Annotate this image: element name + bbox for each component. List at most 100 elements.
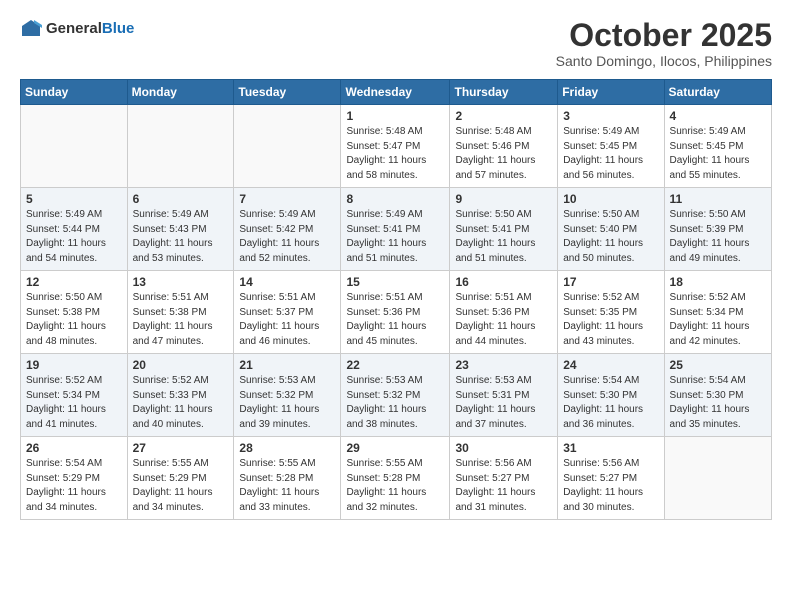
table-row: 9 Sunrise: 5:50 AM Sunset: 5:41 PM Daylig…: [450, 188, 558, 271]
table-row: 29 Sunrise: 5:55 AM Sunset: 5:28 PM Dayli…: [341, 437, 450, 520]
table-row: [664, 437, 771, 520]
day-info: Sunrise: 5:49 AM Sunset: 5:45 PM Dayligh…: [563, 125, 658, 183]
day-number: 22: [346, 358, 444, 372]
col-monday: Monday: [127, 80, 234, 105]
table-row: 11Sunrise: 5:50 AM Sunset: 5:39 PM Dayli…: [664, 188, 771, 271]
day-number: 27: [133, 441, 229, 455]
day-info: Sunrise: 5:48 AM Sunset: 5:47 PM Dayligh…: [346, 125, 444, 183]
day-info: Sunrise: 5:55 AM Sunset: 5:28 PM Dayligh…: [346, 457, 444, 515]
title-section: October 2025 Santo Domingo, Ilocos, Phil…: [556, 18, 772, 69]
table-row: 22 Sunrise: 5:53 AM Sunset: 5:32 PM Dayli…: [341, 354, 450, 437]
col-thursday: Thursday: [450, 80, 558, 105]
table-row: 25Sunrise: 5:54 AM Sunset: 5:30 PM Dayli…: [664, 354, 771, 437]
col-saturday: Saturday: [664, 80, 771, 105]
calendar-week-row: 1 Sunrise: 5:48 AM Sunset: 5:47 PM Daylig…: [21, 105, 772, 188]
day-info: Sunrise: 5:52 AM Sunset: 5:35 PM Dayligh…: [563, 291, 658, 349]
day-number: 16: [455, 275, 552, 289]
table-row: 19Sunrise: 5:52 AM Sunset: 5:34 PM Dayli…: [21, 354, 128, 437]
table-row: 14 Sunrise: 5:51 AM Sunset: 5:37 PM Dayli…: [234, 271, 341, 354]
day-number: 14: [239, 275, 335, 289]
day-info: Sunrise: 5:54 AM Sunset: 5:30 PM Dayligh…: [670, 374, 766, 432]
day-info: Sunrise: 5:53 AM Sunset: 5:32 PM Dayligh…: [346, 374, 444, 432]
day-number: 17: [563, 275, 658, 289]
logo-icon: [20, 18, 42, 40]
table-row: 1 Sunrise: 5:48 AM Sunset: 5:47 PM Daylig…: [341, 105, 450, 188]
day-number: 10: [563, 192, 658, 206]
day-number: 23: [455, 358, 552, 372]
day-number: 15: [346, 275, 444, 289]
day-info: Sunrise: 5:51 AM Sunset: 5:37 PM Dayligh…: [239, 291, 335, 349]
table-row: 16 Sunrise: 5:51 AM Sunset: 5:36 PM Dayli…: [450, 271, 558, 354]
col-wednesday: Wednesday: [341, 80, 450, 105]
table-row: 8 Sunrise: 5:49 AM Sunset: 5:41 PM Daylig…: [341, 188, 450, 271]
col-tuesday: Tuesday: [234, 80, 341, 105]
day-number: 11: [670, 192, 766, 206]
day-info: Sunrise: 5:52 AM Sunset: 5:33 PM Dayligh…: [133, 374, 229, 432]
table-row: 6 Sunrise: 5:49 AM Sunset: 5:43 PM Daylig…: [127, 188, 234, 271]
table-row: 26 Sunrise: 5:54 AM Sunset: 5:29 PM Dayli…: [21, 437, 128, 520]
month-title: October 2025: [556, 18, 772, 53]
day-info: Sunrise: 5:56 AM Sunset: 5:27 PM Dayligh…: [455, 457, 552, 515]
page-header: GeneralBlue October 2025 Santo Domingo, …: [20, 18, 772, 69]
day-info: Sunrise: 5:50 AM Sunset: 5:41 PM Dayligh…: [455, 208, 552, 266]
calendar-header-row: Sunday Monday Tuesday Wednesday Thursday…: [21, 80, 772, 105]
day-info: Sunrise: 5:55 AM Sunset: 5:28 PM Dayligh…: [239, 457, 335, 515]
logo-general: General: [46, 20, 102, 37]
day-info: Sunrise: 5:51 AM Sunset: 5:38 PM Dayligh…: [133, 291, 229, 349]
day-info: Sunrise: 5:50 AM Sunset: 5:38 PM Dayligh…: [26, 291, 122, 349]
day-info: Sunrise: 5:49 AM Sunset: 5:44 PM Dayligh…: [26, 208, 122, 266]
day-number: 20: [133, 358, 229, 372]
calendar-week-row: 26 Sunrise: 5:54 AM Sunset: 5:29 PM Dayli…: [21, 437, 772, 520]
day-info: Sunrise: 5:51 AM Sunset: 5:36 PM Dayligh…: [455, 291, 552, 349]
day-info: Sunrise: 5:49 AM Sunset: 5:43 PM Dayligh…: [133, 208, 229, 266]
calendar-week-row: 5 Sunrise: 5:49 AM Sunset: 5:44 PM Daylig…: [21, 188, 772, 271]
table-row: 21 Sunrise: 5:53 AM Sunset: 5:32 PM Dayli…: [234, 354, 341, 437]
table-row: [21, 105, 128, 188]
day-number: 26: [26, 441, 122, 455]
day-number: 24: [563, 358, 658, 372]
day-number: 5: [26, 192, 122, 206]
day-info: Sunrise: 5:54 AM Sunset: 5:30 PM Dayligh…: [563, 374, 658, 432]
day-number: 2: [455, 109, 552, 123]
table-row: 30Sunrise: 5:56 AM Sunset: 5:27 PM Dayli…: [450, 437, 558, 520]
table-row: 17 Sunrise: 5:52 AM Sunset: 5:35 PM Dayli…: [558, 271, 664, 354]
day-number: 9: [455, 192, 552, 206]
table-row: 10Sunrise: 5:50 AM Sunset: 5:40 PM Dayli…: [558, 188, 664, 271]
logo-blue: Blue: [102, 20, 135, 37]
day-info: Sunrise: 5:49 AM Sunset: 5:41 PM Dayligh…: [346, 208, 444, 266]
table-row: 13 Sunrise: 5:51 AM Sunset: 5:38 PM Dayli…: [127, 271, 234, 354]
day-number: 18: [670, 275, 766, 289]
day-info: Sunrise: 5:53 AM Sunset: 5:31 PM Dayligh…: [455, 374, 552, 432]
day-info: Sunrise: 5:53 AM Sunset: 5:32 PM Dayligh…: [239, 374, 335, 432]
day-number: 12: [26, 275, 122, 289]
col-friday: Friday: [558, 80, 664, 105]
table-row: [127, 105, 234, 188]
table-row: 3 Sunrise: 5:49 AM Sunset: 5:45 PM Daylig…: [558, 105, 664, 188]
day-info: Sunrise: 5:54 AM Sunset: 5:29 PM Dayligh…: [26, 457, 122, 515]
table-row: 18 Sunrise: 5:52 AM Sunset: 5:34 PM Dayli…: [664, 271, 771, 354]
table-row: 20 Sunrise: 5:52 AM Sunset: 5:33 PM Dayli…: [127, 354, 234, 437]
day-number: 8: [346, 192, 444, 206]
day-info: Sunrise: 5:49 AM Sunset: 5:42 PM Dayligh…: [239, 208, 335, 266]
table-row: 5 Sunrise: 5:49 AM Sunset: 5:44 PM Daylig…: [21, 188, 128, 271]
day-info: Sunrise: 5:52 AM Sunset: 5:34 PM Dayligh…: [670, 291, 766, 349]
day-number: 3: [563, 109, 658, 123]
table-row: 24 Sunrise: 5:54 AM Sunset: 5:30 PM Dayli…: [558, 354, 664, 437]
day-number: 28: [239, 441, 335, 455]
calendar-week-row: 19Sunrise: 5:52 AM Sunset: 5:34 PM Dayli…: [21, 354, 772, 437]
col-sunday: Sunday: [21, 80, 128, 105]
table-row: 23 Sunrise: 5:53 AM Sunset: 5:31 PM Dayli…: [450, 354, 558, 437]
day-number: 1: [346, 109, 444, 123]
day-info: Sunrise: 5:48 AM Sunset: 5:46 PM Dayligh…: [455, 125, 552, 183]
table-row: 27 Sunrise: 5:55 AM Sunset: 5:29 PM Dayli…: [127, 437, 234, 520]
table-row: 12 Sunrise: 5:50 AM Sunset: 5:38 PM Dayli…: [21, 271, 128, 354]
day-number: 13: [133, 275, 229, 289]
day-number: 4: [670, 109, 766, 123]
calendar-table: Sunday Monday Tuesday Wednesday Thursday…: [20, 79, 772, 520]
day-info: Sunrise: 5:55 AM Sunset: 5:29 PM Dayligh…: [133, 457, 229, 515]
day-info: Sunrise: 5:51 AM Sunset: 5:36 PM Dayligh…: [346, 291, 444, 349]
day-number: 21: [239, 358, 335, 372]
table-row: 7Sunrise: 5:49 AM Sunset: 5:42 PM Daylig…: [234, 188, 341, 271]
day-number: 6: [133, 192, 229, 206]
day-number: 29: [346, 441, 444, 455]
